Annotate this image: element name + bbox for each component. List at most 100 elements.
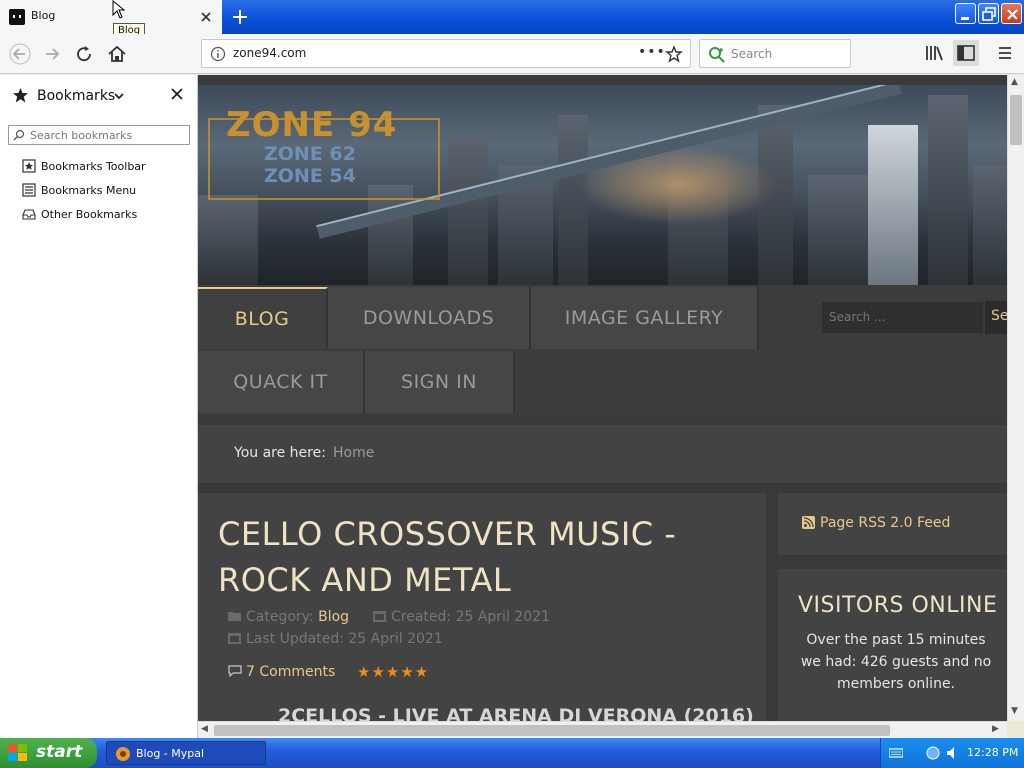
url-text: zone94.com — [233, 46, 307, 60]
network-icon[interactable] — [925, 745, 941, 761]
page-actions-icon[interactable]: ••• — [638, 44, 666, 60]
mouse-cursor-icon — [112, 0, 126, 20]
article-category: Category: Blog — [228, 609, 349, 625]
taskbar-item-label: Blog - Mypal — [136, 747, 205, 760]
taskbar: start Blog - Mypal 12:28 PM — [0, 738, 1024, 768]
search-bar[interactable]: Search — [699, 39, 851, 68]
scroll-up-icon[interactable]: ▲ — [1011, 77, 1018, 87]
search-icon — [13, 129, 25, 141]
mypal-icon — [115, 746, 131, 762]
windows-logo-icon — [8, 744, 28, 762]
new-tab-button[interactable] — [229, 6, 251, 28]
breadcrumb-home[interactable]: Home — [333, 445, 374, 461]
created-date: Created: 25 April 2021 — [391, 609, 550, 625]
category-link[interactable]: Blog — [318, 609, 349, 625]
vertical-scroll-thumb[interactable] — [1010, 95, 1022, 145]
chevron-down-icon[interactable] — [114, 91, 124, 101]
article-updated: Last Updated: 25 April 2021 — [228, 631, 443, 647]
start-label: start — [36, 742, 83, 762]
rss-label: Page RSS 2.0 Feed — [820, 515, 951, 531]
site-search-placeholder: Search ... — [829, 310, 886, 324]
article-created: Created: 25 April 2021 — [373, 609, 550, 625]
scroll-down-icon[interactable]: ▼ — [1011, 706, 1018, 716]
logo-subtitle-1: ZONE 62 — [264, 143, 356, 165]
comment-icon — [228, 665, 242, 677]
site-favicon-icon — [9, 9, 25, 25]
restore-button[interactable] — [978, 3, 999, 24]
rating-stars[interactable]: ★★★★★ — [357, 663, 429, 681]
site-search-input[interactable]: Search ... — [821, 301, 984, 334]
sidebar-item-label: Bookmarks Menu — [41, 184, 137, 197]
breadcrumb-label: You are here: — [234, 445, 326, 461]
breadcrumb: You are here: Home — [198, 425, 1007, 483]
bookmarks-sidebar: Bookmarks Search bookmarks Bookmarks Too… — [0, 75, 198, 738]
comments-count: 7 Comments — [246, 664, 336, 680]
calendar-icon — [373, 610, 387, 622]
bookmarks-star-icon — [12, 87, 29, 104]
article: CELLO CROSSOVER MUSIC - ROCK AND METAL C… — [198, 493, 766, 721]
folder-icon — [228, 610, 242, 622]
url-bar[interactable]: zone94.com ••• — [201, 39, 691, 68]
window-close-button[interactable] — [1001, 3, 1022, 24]
visitors-text: Over the past 15 minutes we had: 426 gue… — [800, 632, 992, 692]
nav-image-gallery[interactable]: IMAGE GALLERY — [531, 287, 759, 349]
search-bookmarks-placeholder: Search bookmarks — [30, 129, 133, 142]
sidebar-toggle-icon[interactable] — [953, 40, 979, 66]
sidebar-item-bookmarks-toolbar[interactable]: Bookmarks Toolbar — [22, 157, 192, 177]
back-button[interactable] — [7, 42, 33, 66]
sidebar-item-label: Other Bookmarks — [41, 208, 138, 221]
hamburger-menu-icon[interactable] — [994, 42, 1016, 64]
rss-icon — [802, 516, 816, 529]
visitors-module: VISITORS ONLINE Over the past 15 minutes… — [778, 569, 1007, 721]
site-header-banner: ZONE 94 ZONE 62 ZONE 54 — [198, 85, 1007, 285]
sidebar-item-bookmarks-menu[interactable]: Bookmarks Menu — [22, 181, 192, 201]
start-button[interactable]: start — [0, 738, 97, 768]
horizontal-scroll-thumb[interactable] — [214, 725, 890, 736]
article-subtitle: 2CELLOS - LIVE AT ARENA DI VERONA (2016) — [278, 705, 754, 721]
info-icon[interactable] — [210, 46, 226, 62]
taskbar-item-mypal[interactable]: Blog - Mypal — [106, 741, 266, 765]
search-bookmarks-input[interactable]: Search bookmarks — [8, 125, 190, 145]
search-engine-icon[interactable] — [708, 46, 726, 64]
clock: 12:28 PM — [967, 746, 1019, 759]
sidebar-title[interactable]: Bookmarks — [37, 88, 115, 104]
nav-sign-in[interactable]: SIGN IN — [365, 351, 515, 413]
keyboard-icon[interactable] — [889, 746, 903, 760]
reload-button[interactable] — [72, 42, 98, 66]
tab-blog[interactable]: Blog — [0, 0, 222, 34]
site-navigation: BLOG DOWNLOADS IMAGE GALLERY QUACK IT SI… — [198, 285, 1007, 415]
site-search-button[interactable]: Se — [985, 301, 1007, 334]
web-page-content: ZONE 94 ZONE 62 ZONE 54 BLOG DOWNLOADS I… — [198, 75, 1007, 721]
nav-blog[interactable]: BLOG — [198, 287, 328, 349]
nav-quack-it[interactable]: QUACK IT — [198, 351, 365, 413]
sidebar-item-other-bookmarks[interactable]: Other Bookmarks — [22, 205, 192, 225]
title-bar: Blog — [0, 0, 1024, 34]
rss-link[interactable]: Page RSS 2.0 Feed — [802, 515, 950, 531]
tab-title: Blog — [31, 9, 56, 22]
other-bookmarks-icon — [22, 207, 36, 221]
search-placeholder: Search — [731, 47, 773, 61]
minimize-button[interactable] — [955, 3, 976, 24]
scroll-left-icon[interactable]: ◀ — [201, 724, 208, 734]
navigation-toolbar: zone94.com ••• Search — [0, 34, 1024, 74]
library-icon[interactable] — [923, 42, 945, 64]
site-logo[interactable]: ZONE 94 — [226, 105, 397, 145]
comments-link[interactable]: 7 Comments — [228, 664, 335, 680]
scroll-right-icon[interactable]: ▶ — [992, 724, 999, 734]
forward-button[interactable] — [40, 42, 66, 66]
home-button[interactable] — [104, 42, 130, 66]
close-sidebar-icon[interactable] — [170, 87, 184, 101]
volume-icon[interactable] — [945, 745, 961, 761]
close-tab-icon[interactable] — [198, 9, 214, 25]
article-title[interactable]: CELLO CROSSOVER MUSIC - ROCK AND METAL — [218, 511, 738, 603]
horizontal-scrollbar[interactable]: ◀ ▶ — [198, 721, 1007, 738]
sidebar-item-label: Bookmarks Toolbar — [41, 160, 146, 173]
category-label: Category: — [246, 609, 314, 625]
vertical-scrollbar[interactable]: ▲ ▼ — [1007, 75, 1024, 721]
nav-downloads[interactable]: DOWNLOADS — [328, 287, 531, 349]
updated-date: Last Updated: 25 April 2021 — [246, 631, 443, 647]
logo-subtitle-2: ZONE 54 — [264, 165, 356, 187]
bookmark-star-icon[interactable] — [665, 45, 683, 63]
rss-module: Page RSS 2.0 Feed — [778, 493, 1007, 555]
visitors-title: VISITORS ONLINE — [798, 593, 998, 618]
